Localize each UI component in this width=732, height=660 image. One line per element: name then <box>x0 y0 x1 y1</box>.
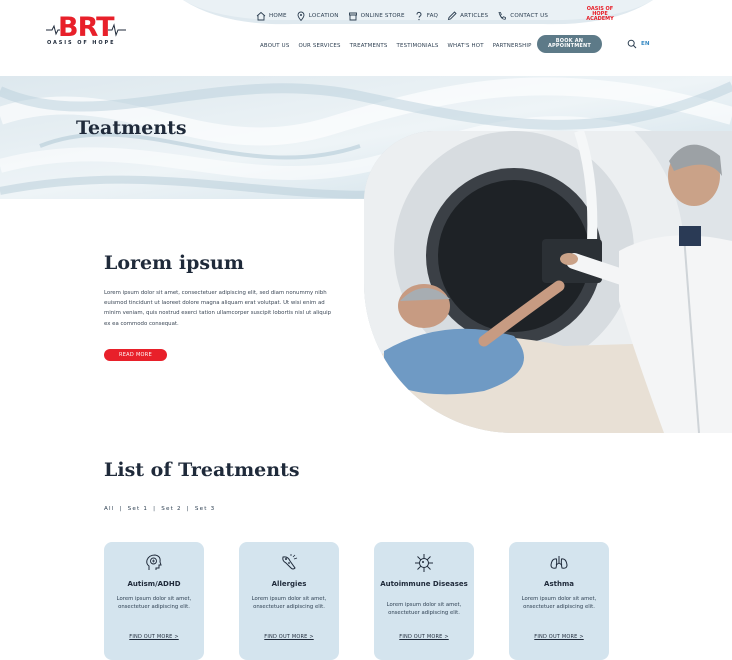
phone-icon <box>498 12 507 20</box>
nav-treatments[interactable]: TREATMENTS <box>350 43 388 49</box>
util-nav-location[interactable]: LOCATION <box>296 11 339 21</box>
question-icon <box>416 11 422 21</box>
card-text: Lorem ipsum dolor sit amet, onsectetuer … <box>116 596 192 610</box>
academy-logo[interactable]: OASIS OF HOPE ACADEMY <box>582 6 618 23</box>
find-out-more-link[interactable]: FIND OUT MORE > <box>239 634 339 640</box>
treatment-card-autoimmune[interactable]: Autoimmune Diseases Lorem ipsum dolor si… <box>374 542 474 660</box>
treatment-filter-bar: All | Set 1 | Set 2 | Set 3 <box>104 506 215 512</box>
nav-testimonials[interactable]: TESTIMONIALS <box>396 43 438 49</box>
find-out-more-link[interactable]: FIND OUT MORE > <box>374 634 474 640</box>
filter-set-1[interactable]: Set 1 <box>128 506 149 512</box>
treatment-card-asthma[interactable]: Asthma Lorem ipsum dolor sit amet, onsec… <box>509 542 609 660</box>
language-selector[interactable]: EN <box>641 41 650 47</box>
home-icon <box>256 11 266 21</box>
store-icon <box>348 12 357 21</box>
card-text: Lorem ipsum dolor sit amet, onsectetuer … <box>521 596 597 610</box>
find-out-more-link[interactable]: FIND OUT MORE > <box>509 634 609 640</box>
logo[interactable]: BRT OASIS OF HOPE <box>46 12 126 48</box>
util-nav-label: FAQ <box>426 13 439 19</box>
location-pin-icon <box>297 11 305 21</box>
book-appointment-button[interactable]: BOOK AN APPOINTMENT <box>537 35 602 53</box>
card-text: Lorem ipsum dolor sit amet, onsectetuer … <box>251 596 327 610</box>
card-title: Asthma <box>544 580 574 588</box>
hero-photo-mri-scan <box>364 131 732 433</box>
card-title: Autoimmune Diseases <box>380 580 468 588</box>
treatment-cards: Autism/ADHD Lorem ipsum dolor sit amet, … <box>104 542 610 660</box>
mri-doctor-patient-image <box>364 131 732 433</box>
card-title: Allergies <box>271 580 307 588</box>
page-title: Teatments <box>76 117 187 139</box>
util-nav-label: LOCATION <box>308 13 339 19</box>
card-text: Lorem ipsum dolor sit amet, onsectetuer … <box>386 602 462 616</box>
intro-title: Lorem ipsum <box>104 252 244 274</box>
filter-all[interactable]: All <box>104 506 115 512</box>
utility-nav: HOME LOCATION ONLINE STORE FAQ ARTICLES … <box>256 9 557 23</box>
nav-partnership[interactable]: PARTNERSHIP <box>493 43 532 49</box>
util-nav-label: ONLINE STORE <box>360 13 405 19</box>
util-nav-home[interactable]: HOME <box>256 11 287 21</box>
card-title: Autism/ADHD <box>127 580 181 588</box>
treatment-card-allergies[interactable]: Allergies Lorem ipsum dolor sit amet, on… <box>239 542 339 660</box>
util-nav-label: HOME <box>269 13 287 19</box>
treatment-card-autism-adhd[interactable]: Autism/ADHD Lorem ipsum dolor sit amet, … <box>104 542 204 660</box>
filter-set-3[interactable]: Set 3 <box>195 506 216 512</box>
filter-separator: | <box>186 506 190 512</box>
util-nav-label: ARTICLES <box>460 13 489 19</box>
util-nav-faq[interactable]: FAQ <box>414 11 438 21</box>
nav-whats-hot[interactable]: WHAT'S HOT <box>448 43 484 49</box>
brain-head-icon <box>146 554 162 570</box>
site-header: BRT OASIS OF HOPE HOME LOCATION ONLINE S… <box>0 0 732 76</box>
util-nav-label: CONTACT US <box>510 13 549 19</box>
logo-tagline: OASIS OF HOPE <box>47 40 116 46</box>
filter-separator: | <box>119 506 123 512</box>
nav-about-us[interactable]: ABOUT US <box>260 43 289 49</box>
read-more-button[interactable]: READ MORE <box>104 349 167 361</box>
pencil-icon <box>448 11 457 21</box>
allergy-icon <box>282 554 298 570</box>
filter-separator: | <box>153 506 157 512</box>
search-icon[interactable] <box>627 39 637 49</box>
lungs-icon <box>550 556 568 569</box>
virus-icon <box>415 554 433 572</box>
logo-wordmark: BRT <box>58 12 115 43</box>
nav-our-services[interactable]: OUR SERVICES <box>298 43 340 49</box>
main-nav: ABOUT US OUR SERVICES TREATMENTS TESTIMO… <box>260 42 541 50</box>
util-nav-contact[interactable]: CONTACT US <box>497 11 548 21</box>
filter-set-2[interactable]: Set 2 <box>161 506 182 512</box>
find-out-more-link[interactable]: FIND OUT MORE > <box>104 634 204 640</box>
util-nav-online-store[interactable]: ONLINE STORE <box>348 11 405 21</box>
util-nav-articles[interactable]: ARTICLES <box>447 11 488 21</box>
intro-text: Lorem ipsum dolor sit amet, consectetuer… <box>104 290 332 327</box>
treatments-list-title: List of Treatments <box>104 459 300 481</box>
